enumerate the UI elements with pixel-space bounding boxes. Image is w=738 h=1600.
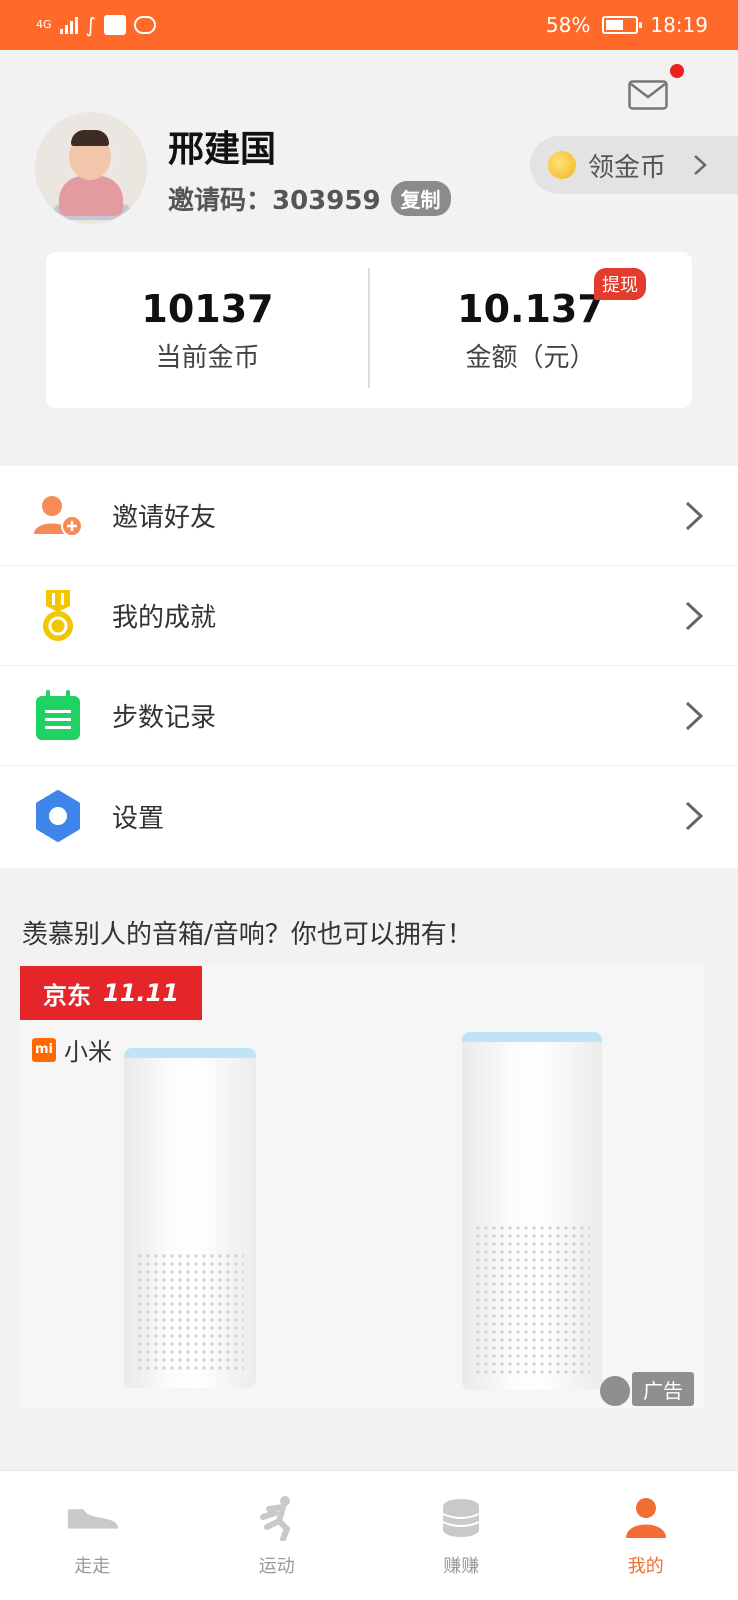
user-icon [618,1494,674,1542]
coins-label: 当前金币 [155,342,260,373]
menu-item-settings[interactable]: 设置 [0,766,738,866]
stats-card: 10137 当前金币 10.137 金额（元） 提现 [46,252,692,408]
unread-dot [670,64,684,78]
medal-icon [32,589,84,642]
menu-label: 我的成就 [112,603,217,633]
battery-percent: 58% [545,13,591,37]
tab-walk[interactable]: 走走 [0,1471,185,1600]
invite-code-row: 邀请码：303959 复制 [168,180,451,217]
clock: 18:19 [650,13,708,37]
mi-brand: mi 小米 [32,1032,112,1067]
shoe-icon [64,1494,120,1542]
claim-coins-label: 领金币 [588,152,667,183]
ad-title: 羡慕别人的音箱/音响？你也可以拥有！ [22,920,473,950]
invite-code: 邀请码：303959 [168,186,381,216]
jd-event: 11.11 [103,979,179,1007]
chevron-right-icon [685,501,704,531]
battery-icon [602,16,643,34]
chevron-right-icon [685,701,704,731]
claim-coins-button[interactable]: 领金币 [530,136,738,194]
add-user-icon [32,490,84,542]
signal-icon [59,16,78,34]
gear-icon [32,790,84,842]
tab-label: 运动 [258,1555,295,1577]
status-right: 58% 18:19 [546,13,708,37]
calendar-list-icon [32,689,84,742]
bottom-tab-bar: 走走 运动 赚赚 我的 [0,1470,738,1600]
coins-stat[interactable]: 10137 当前金币 [46,252,369,408]
chevron-right-icon [685,801,704,831]
chevron-right-icon [685,601,704,631]
withdraw-button[interactable]: 提现 [594,268,646,300]
ad-source-icon [600,1376,630,1406]
wechat-icon [133,16,156,34]
app-notification-icon [103,15,126,35]
menu-list: 邀请好友 我的成就 步数记录 设置 [0,466,738,868]
tab-label: 走走 [74,1555,111,1577]
coin-stack-icon [433,1494,489,1542]
coins-value: 10137 [141,286,274,331]
menu-label: 邀请好友 [112,503,217,533]
menu-item-step-records[interactable]: 步数记录 [0,666,738,766]
speaker-image-right [462,1032,602,1390]
bluetooth-icon: ∫ [85,13,96,37]
runner-icon [249,1494,305,1542]
mail-button[interactable] [628,80,668,114]
coin-icon [548,151,576,179]
tab-mine[interactable]: 我的 [554,1471,738,1600]
mi-logo: mi [32,1037,56,1062]
speaker-image-left [124,1048,256,1388]
chevron-right-icon [694,155,707,175]
menu-item-invite-friends[interactable]: 邀请好友 [0,466,738,566]
mail-icon [628,80,668,110]
mi-label: 小米 [64,1038,112,1066]
amount-label: 金额（元） [465,342,596,373]
menu-item-achievements[interactable]: 我的成就 [0,566,738,666]
avatar[interactable] [35,112,147,224]
status-left: 4G ∫ [36,13,156,37]
ad-badge: 广告 [632,1372,694,1406]
menu-label: 设置 [112,803,165,834]
tab-label: 我的 [627,1555,664,1577]
menu-label: 步数记录 [112,703,217,733]
tab-earn[interactable]: 赚赚 [369,1471,554,1600]
ad-banner[interactable]: 京东 11.11 mi 小米 [20,966,704,1408]
jd-badge: 京东 11.11 [20,966,202,1020]
copy-button[interactable]: 复制 [390,181,451,216]
jd-brand: 京东 [43,981,92,1010]
tab-exercise[interactable]: 运动 [185,1471,370,1600]
network-type: 4G [36,18,52,31]
tab-label: 赚赚 [443,1555,480,1577]
user-name: 邢建国 [168,129,277,170]
status-bar: 4G ∫ 58% 18:19 [0,0,738,50]
amount-value: 10.137 [457,286,604,331]
